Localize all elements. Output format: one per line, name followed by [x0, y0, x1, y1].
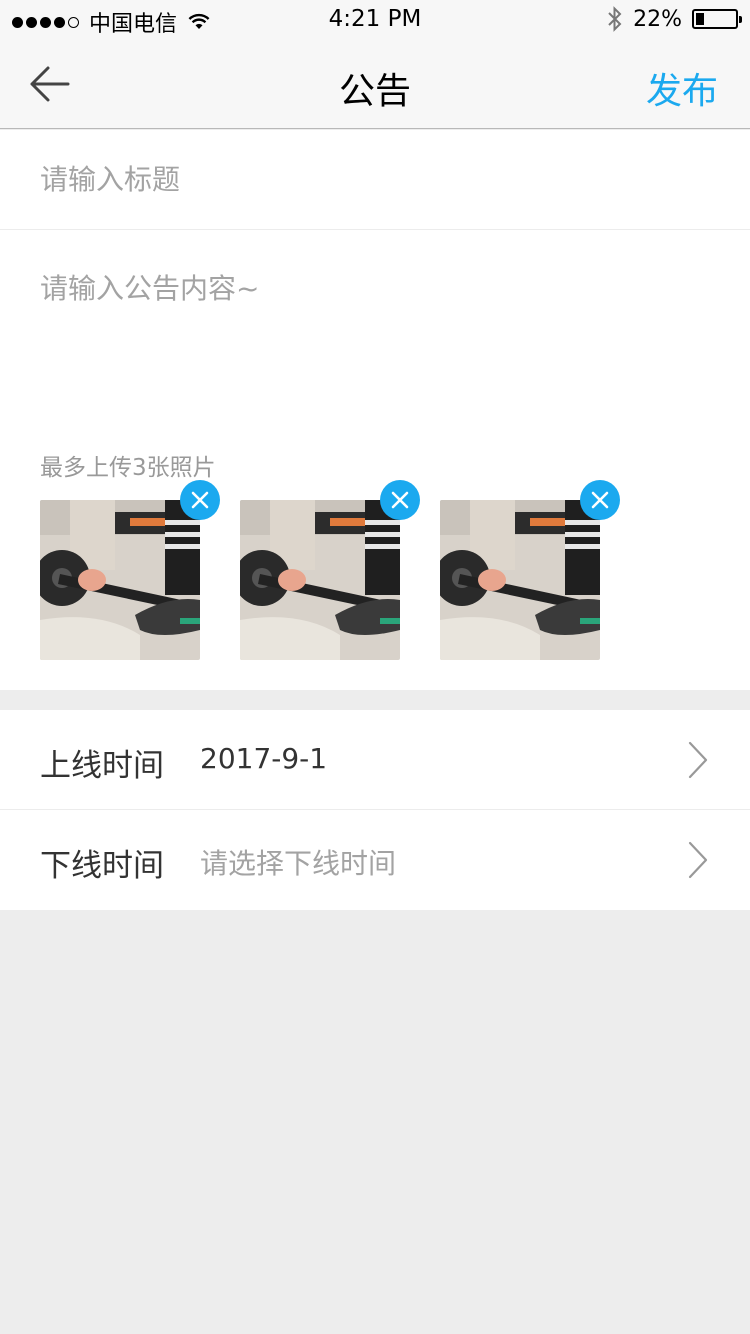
offline-time-row[interactable]: 下线时间 请选择下线时间 [0, 810, 750, 910]
close-icon [191, 491, 209, 509]
title-input[interactable] [0, 130, 750, 230]
online-time-label: 上线时间 [40, 748, 164, 784]
workout-photo [40, 500, 200, 660]
workout-photo [240, 500, 400, 660]
remove-photo-button[interactable] [180, 480, 220, 520]
back-button[interactable] [26, 62, 74, 106]
online-time-value: 2017-9-1 [200, 742, 328, 775]
chevron-right-icon [688, 841, 708, 879]
photo-list [40, 480, 660, 660]
chevron-right-icon [688, 741, 708, 779]
photo-thumbnail[interactable] [440, 480, 620, 660]
publish-button[interactable]: 发布 [646, 62, 718, 114]
remove-photo-button[interactable] [380, 480, 420, 520]
workout-photo [440, 500, 600, 660]
battery-label: 22% [633, 6, 682, 32]
arrow-left-icon [30, 66, 70, 102]
content-input[interactable] [0, 231, 750, 421]
page-title: 公告 [338, 71, 411, 112]
status-bar: 中国电信 4:21 PM 22% [0, 0, 750, 40]
bluetooth-icon [608, 6, 622, 32]
battery-icon [692, 9, 742, 29]
photo-thumbnail[interactable] [40, 480, 220, 660]
nav-bar: 公告 发布 [0, 40, 750, 129]
close-icon [591, 491, 609, 509]
remove-photo-button[interactable] [580, 480, 620, 520]
upload-hint: 最多上传3张照片 [40, 455, 216, 481]
offline-time-label: 下线时间 [40, 848, 164, 884]
status-right: 22% [607, 6, 742, 32]
close-icon [391, 491, 409, 509]
photo-thumbnail[interactable] [240, 480, 420, 660]
online-time-row[interactable]: 上线时间 2017-9-1 [0, 710, 750, 810]
schedule-card: 上线时间 2017-9-1 下线时间 请选择下线时间 [0, 710, 750, 910]
announcement-form: 最多上传3张照片 [0, 130, 750, 690]
offline-time-placeholder: 请选择下线时间 [200, 847, 397, 880]
